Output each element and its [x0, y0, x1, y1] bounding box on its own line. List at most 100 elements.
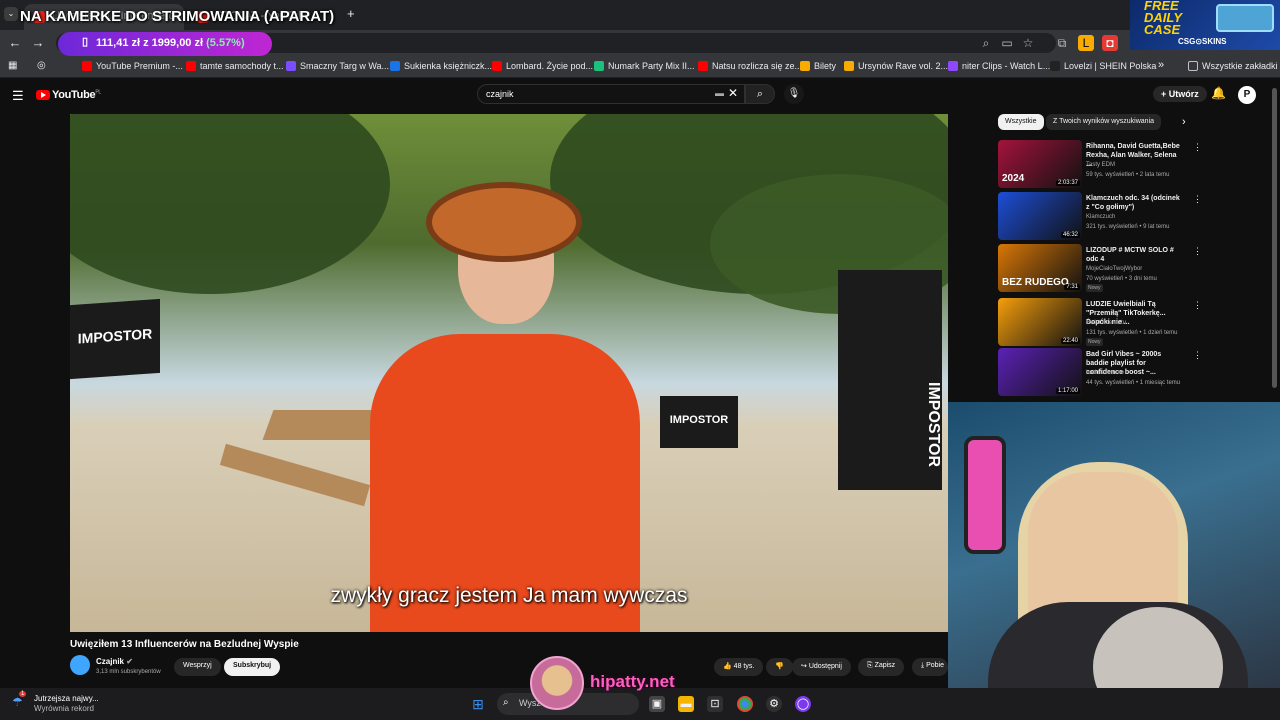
more-options-icon[interactable]: ⋮: [1193, 246, 1202, 257]
extension-icon[interactable]: ⧉: [1054, 35, 1070, 51]
video-thumbnail[interactable]: 22:40: [998, 298, 1082, 346]
bookmark-item[interactable]: Bilety: [800, 61, 836, 71]
recommended-channel[interactable]: MojeCiałoTwojWybor: [1086, 266, 1142, 272]
video-duration: 2:03:37: [1055, 180, 1080, 186]
video-duration: 7:31: [1064, 284, 1080, 290]
bookmark-favicon-icon: [844, 61, 854, 71]
youtube-logo[interactable]: YouTubePL: [36, 89, 101, 101]
recommended-meta: 59 tys. wyświetleń • 2 lata temu: [1086, 172, 1170, 178]
chips-next-icon[interactable]: ›: [1182, 116, 1186, 128]
extension-red-icon[interactable]: ◘: [1102, 35, 1118, 51]
apps-grid-icon[interactable]: ▦: [8, 60, 17, 71]
bookmark-item[interactable]: Natsu rozlicza się ze...: [698, 61, 802, 71]
keyboard-icon[interactable]: ▬: [715, 88, 724, 98]
recommended-meta: 70 wyświetleń • 3 dni temu: [1086, 276, 1157, 282]
bookmark-item[interactable]: Lombard. Życie pod...: [492, 61, 593, 71]
recommended-channel[interactable]: Klamczuch: [1086, 214, 1115, 220]
recommended-meta: 44 tys. wyświetleń • 1 miesiąc temu: [1086, 380, 1181, 386]
cast-icon[interactable]: ▭: [999, 35, 1015, 51]
recommended-video[interactable]: 22:40 LUDZIE Uwielbiali Tą "Przemiłą" Tik…: [998, 298, 1202, 348]
bookmark-item[interactable]: Numark Party Mix II...: [594, 61, 695, 71]
hamburger-menu-icon[interactable]: ☰: [12, 88, 24, 104]
bookmark-label: Lombard. Życie pod...: [506, 61, 594, 71]
more-bookmarks-icon[interactable]: »: [1158, 59, 1164, 71]
like-button[interactable]: 👍 48 tys.: [714, 658, 764, 676]
download-button[interactable]: ⤓ Pobie: [912, 658, 948, 676]
zoom-icon[interactable]: ⌕: [978, 35, 994, 51]
user-avatar[interactable]: P: [1238, 86, 1256, 104]
bookmark-favicon-icon: [594, 61, 604, 71]
thumbnail-text: 2024: [1002, 173, 1025, 184]
page-scrollbar[interactable]: [1272, 88, 1277, 388]
like-count: 48 tys.: [733, 663, 755, 670]
bookmark-favicon-icon: [492, 61, 502, 71]
subscribe-button[interactable]: Subskrybuj: [224, 658, 281, 676]
video-thumbnail[interactable]: 46:32: [998, 192, 1082, 240]
recommended-video[interactable]: 1:17:00 Bad Girl Vibes ~ 2000s baddie pla…: [998, 348, 1202, 398]
video-thumbnail[interactable]: BEZ RUDEGO 7:31: [998, 244, 1082, 292]
bookmark-label: Smaczny Targ w Wa...: [300, 61, 390, 71]
save-label: Zapisz: [874, 662, 896, 669]
video-thumbnail[interactable]: 1:17:00: [998, 348, 1082, 396]
create-button[interactable]: + Utwórz: [1153, 86, 1207, 102]
recommended-video[interactable]: 46:32 Klamczuch odc. 34 (odcinek z "Co go…: [998, 192, 1202, 242]
recommended-video[interactable]: 2024 2:03:37 Rihanna, David Guetta,Bebe Re…: [998, 140, 1202, 190]
new-tab-button[interactable]: +: [347, 6, 355, 21]
recommended-channel[interactable]: baddie femme: [1086, 370, 1124, 376]
back-icon[interactable]: ←: [7, 35, 23, 51]
store-icon[interactable]: ⊡: [707, 696, 723, 712]
chip-from-search[interactable]: Z Twoich wyników wyszukiwania: [1046, 114, 1162, 130]
channel-avatar[interactable]: [70, 655, 90, 675]
create-label: Utwórz: [1168, 89, 1199, 99]
chrome-icon[interactable]: [737, 696, 753, 712]
clear-search-icon[interactable]: ✕: [728, 86, 738, 100]
recommended-title[interactable]: Klamczuch odc. 34 (odcinek z "Co gołimy"…: [1086, 194, 1180, 212]
extension-l-icon[interactable]: L: [1078, 35, 1094, 51]
bookmark-item[interactable]: Ursynów Rave vol. 2...: [844, 61, 948, 71]
folder-icon: [1188, 61, 1198, 71]
app-circle-icon[interactable]: ◯: [795, 696, 811, 712]
bookmark-o-icon[interactable]: ◎: [37, 60, 46, 71]
recommended-channel[interactable]: Świat Internetu: [1086, 320, 1126, 326]
support-button[interactable]: Wesprzyj: [174, 658, 221, 676]
bookmark-favicon-icon: [698, 61, 708, 71]
windows-start-icon[interactable]: ⊞: [470, 696, 486, 712]
steam-icon[interactable]: ⚙: [766, 696, 782, 712]
bookmark-star-icon[interactable]: ☆: [1020, 35, 1036, 51]
all-bookmarks-folder[interactable]: Wszystkie zakładki: [1188, 61, 1278, 71]
bookmark-item[interactable]: Sukienka księżniczk...: [390, 61, 492, 71]
chip-all[interactable]: Wszystkie: [998, 114, 1044, 130]
notifications-bell-icon[interactable]: 🔔: [1211, 86, 1226, 100]
bookmark-favicon-icon: [186, 61, 196, 71]
subscriber-count: 3,13 mln subskrybentów: [96, 669, 161, 675]
book-icon: ▯: [82, 36, 89, 48]
more-options-icon[interactable]: ⋮: [1193, 350, 1202, 361]
save-button[interactable]: ⎘ Zapisz: [858, 658, 905, 676]
recommended-video[interactable]: BEZ RUDEGO 7:31 LIZODUP # MCTW SOLO # odc …: [998, 244, 1202, 294]
recommended-channel[interactable]: Tasty EDM: [1086, 162, 1115, 168]
more-options-icon[interactable]: ⋮: [1193, 194, 1202, 205]
forward-icon[interactable]: →: [30, 35, 46, 51]
more-options-icon[interactable]: ⋮: [1193, 300, 1202, 311]
bookmark-item[interactable]: niter Clips - Watch L...: [948, 61, 1050, 71]
weather-widget[interactable]: Jutrzejsza najwy... Wyrównia rekord: [34, 694, 99, 714]
weather-icon[interactable]: ☂ 1: [12, 691, 27, 711]
more-options-icon[interactable]: ⋮: [1193, 142, 1202, 153]
recommended-meta: 321 tys. wyświetleń • 9 lat temu: [1086, 224, 1170, 230]
microphone-icon[interactable]: 🎙: [784, 84, 804, 104]
bookmark-item[interactable]: YouTube Premium -...: [82, 61, 183, 71]
tab-search-icon[interactable]: ⌄: [4, 7, 18, 21]
channel-name[interactable]: Czajnik ✔: [96, 657, 133, 666]
dislike-button[interactable]: 👎: [766, 658, 793, 676]
search-input[interactable]: czajnik ▬ ✕: [477, 84, 745, 104]
share-button[interactable]: ↪ Udostępnij: [792, 658, 851, 676]
bookmark-item[interactable]: Lovelzi | SHEIN Polska: [1050, 61, 1156, 71]
bookmark-item[interactable]: tamte samochody t...: [186, 61, 284, 71]
video-thumbnail[interactable]: 2024 2:03:37: [998, 140, 1082, 188]
ad-free-text: FREE DAILY CASE: [1144, 0, 1182, 36]
video-duration: 46:32: [1060, 232, 1080, 238]
search-button[interactable]: ⌕: [745, 84, 775, 104]
bookmark-item[interactable]: Smaczny Targ w Wa...: [286, 61, 389, 71]
video-player[interactable]: IMPOSTOR IMPOSTOR IMPOSTOR zwykły gracz …: [70, 114, 948, 632]
recommended-title[interactable]: LIZODUP # MCTW SOLO # odc 4: [1086, 246, 1180, 264]
